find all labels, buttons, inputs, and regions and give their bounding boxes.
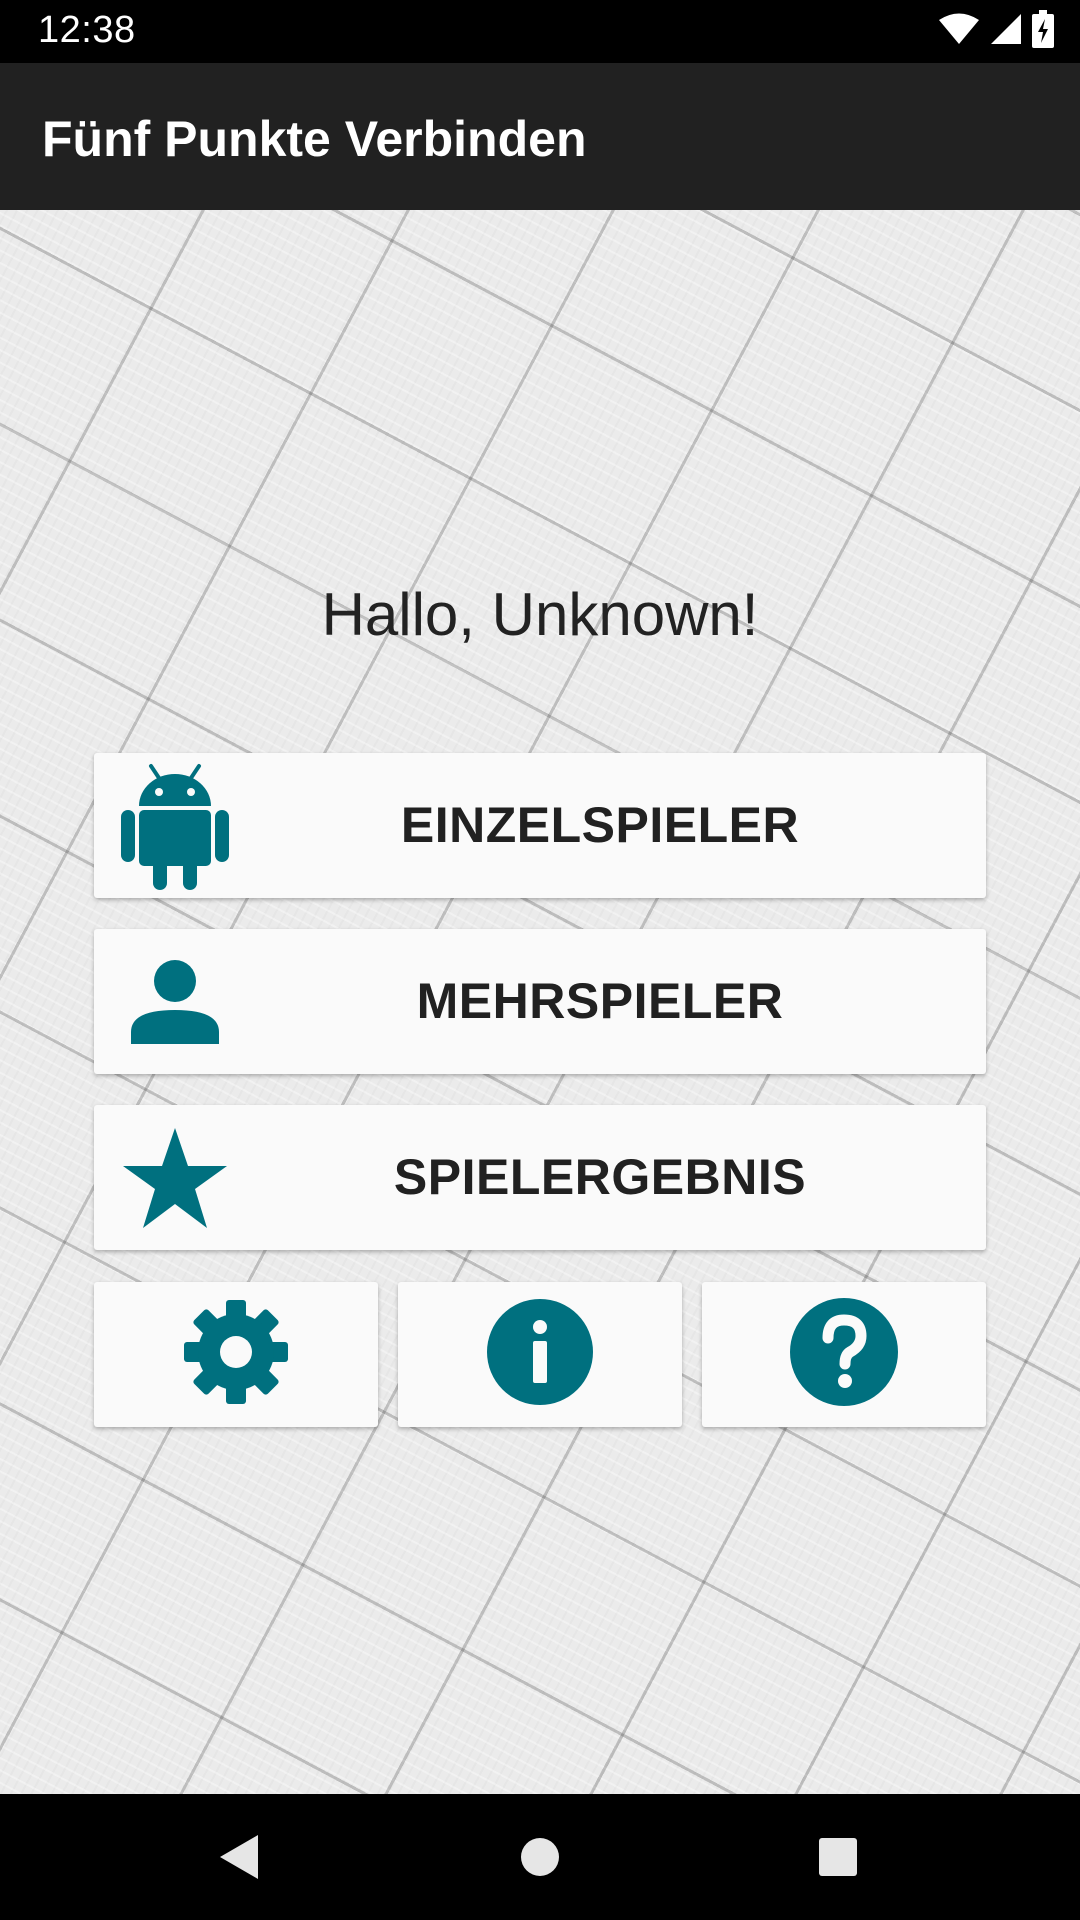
status-icons	[938, 9, 1054, 53]
app-bar: Fünf Punkte Verbinden	[0, 63, 1080, 210]
main-content: Hallo, Unknown! EINZELSPIELER MEHRSPIELE…	[0, 210, 1080, 1794]
status-time: 12:38	[38, 9, 136, 51]
single-player-label: EINZELSPIELER	[400, 797, 800, 853]
cell-signal-icon	[990, 13, 1022, 50]
app-title: Fünf Punkte Verbinden	[42, 111, 587, 167]
help-icon	[790, 1298, 898, 1411]
single-player-button[interactable]: EINZELSPIELER	[94, 753, 986, 898]
help-button[interactable]	[702, 1282, 986, 1427]
info-button[interactable]	[398, 1282, 682, 1427]
multiplayer-label: MEHRSPIELER	[416, 973, 784, 1029]
status-bar: 12:38	[0, 0, 1080, 63]
wifi-icon	[938, 13, 980, 50]
info-icon	[487, 1299, 593, 1410]
player-results-label: SPIELERGEBNIS	[393, 1149, 807, 1205]
home-icon[interactable]	[510, 1827, 570, 1887]
greeting-text: Hallo, Unknown!	[321, 581, 759, 648]
navigation-bar	[0, 1794, 1080, 1920]
recents-icon[interactable]	[808, 1827, 868, 1887]
settings-button[interactable]	[94, 1282, 378, 1427]
settings-gear-icon	[182, 1298, 290, 1411]
player-results-button[interactable]: SPIELERGEBNIS	[94, 1105, 986, 1250]
multiplayer-button[interactable]: MEHRSPIELER	[94, 929, 986, 1074]
battery-charging-icon	[1032, 9, 1054, 53]
back-icon[interactable]	[209, 1827, 269, 1887]
